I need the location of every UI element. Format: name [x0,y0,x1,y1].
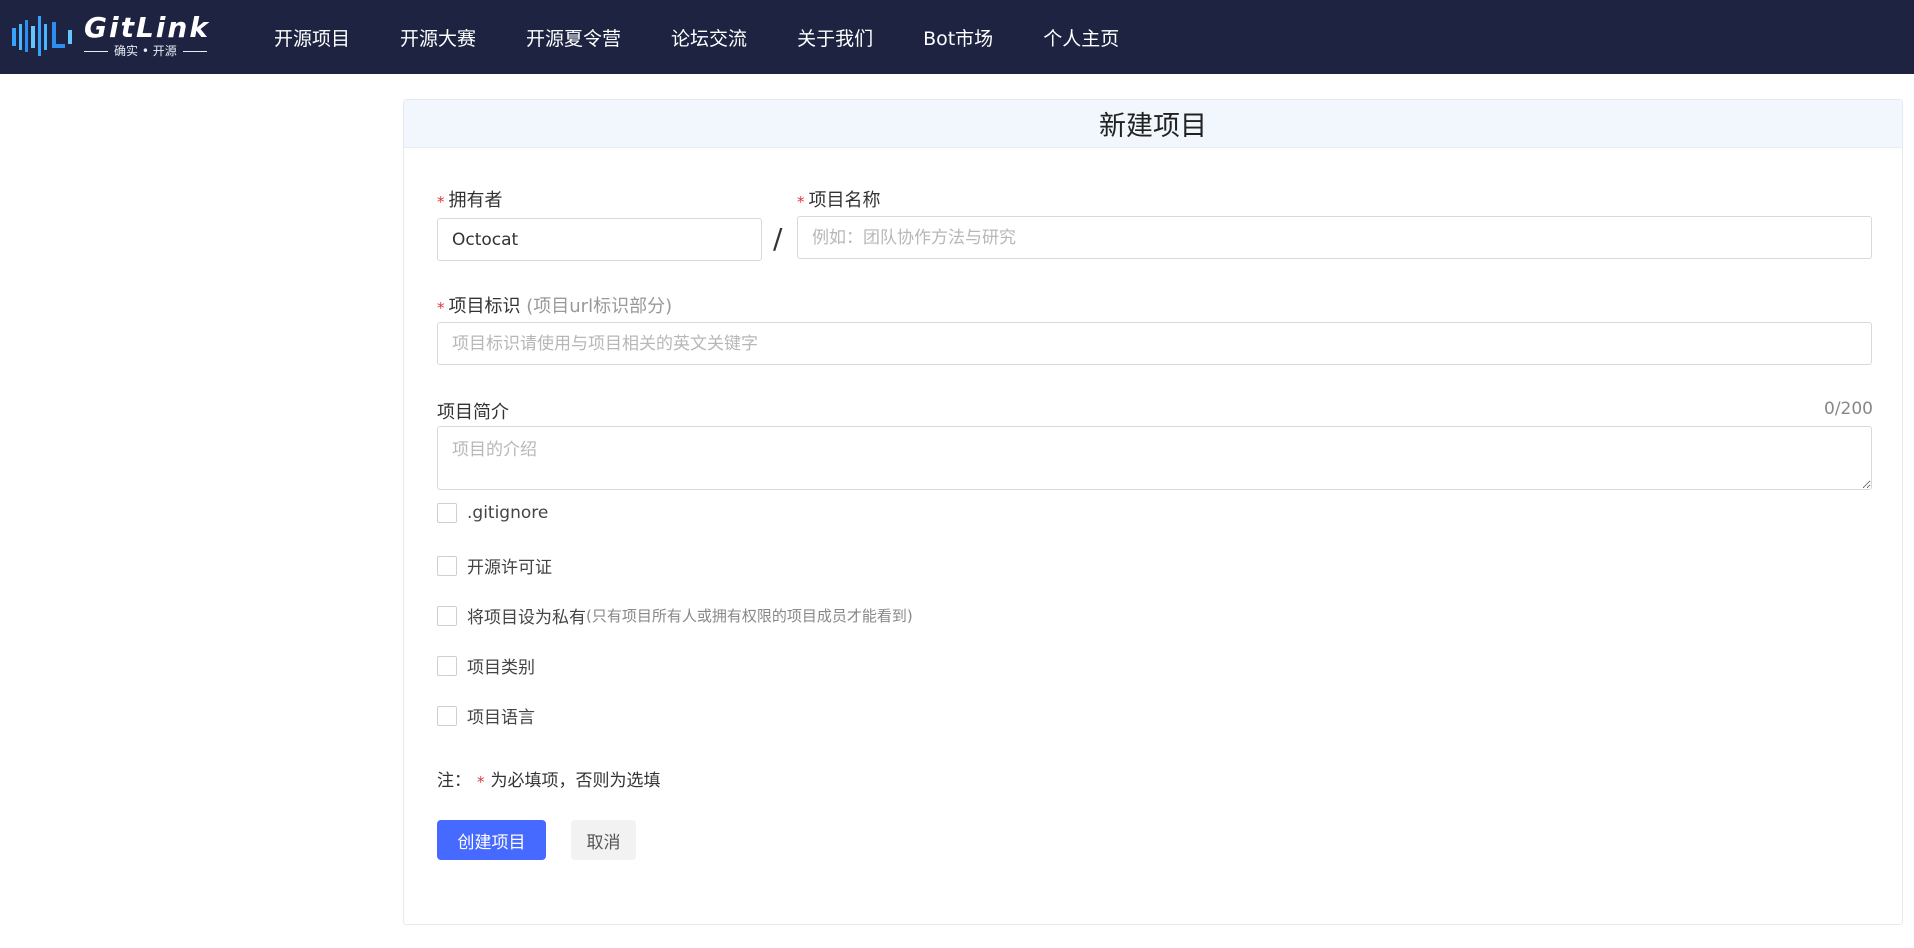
identifier-input[interactable] [437,322,1872,365]
gitignore-checkbox-row[interactable]: .gitignore [437,503,548,523]
main-nav: 开源项目 开源大赛 开源夏令营 论坛交流 关于我们 Bot市场 个人主页 [274,0,1169,74]
gitlink-logo[interactable]: GitLink 确实 • 开源 [10,12,210,60]
nav-competitions[interactable]: 开源大赛 [400,24,476,51]
project-name-label: * 项目名称 [797,190,881,211]
nav-bot-market[interactable]: Bot市场 [923,24,993,51]
cancel-button[interactable]: 取消 [571,820,636,860]
license-checkbox-row[interactable]: 开源许可证 [437,553,552,578]
description-char-counter: 0/200 [1824,399,1873,419]
category-checkbox[interactable] [437,655,457,676]
required-note: 注： * 为必填项，否则为选填 [437,771,661,791]
top-navbar: GitLink 确实 • 开源 开源项目 开源大赛 开源夏令营 论坛交流 关于我… [0,0,1914,74]
gitignore-checkbox[interactable] [437,503,457,523]
create-project-button[interactable]: 创建项目 [437,820,546,860]
license-checkbox[interactable] [437,555,457,576]
language-checkbox[interactable] [437,705,457,726]
logo-subtitle: 确实 • 开源 [114,44,177,58]
nav-open-source-projects[interactable]: 开源项目 [274,24,350,51]
required-mark: * [437,193,445,211]
logo-wordmark: GitLink [84,11,210,44]
owner-name-separator: / [773,222,783,255]
required-mark: * [797,193,805,211]
owner-label: * 拥有者 [437,190,503,211]
private-checkbox[interactable] [437,605,457,626]
language-checkbox-row[interactable]: 项目语言 [437,703,535,728]
nav-summer-camp[interactable]: 开源夏令营 [526,24,621,51]
identifier-label: * 项目标识 (项目url标识部分) [437,296,673,317]
description-textarea[interactable] [437,426,1872,490]
description-label: 项目简介 [437,402,509,423]
project-name-input[interactable] [797,216,1872,259]
page-title: 新建项目 [1099,111,1207,142]
gitlink-logo-icon [12,16,72,56]
required-mark: * [437,299,445,317]
nav-forum[interactable]: 论坛交流 [671,24,747,51]
nav-about-us[interactable]: 关于我们 [797,24,873,51]
private-hint: (只有项目所有人或拥有权限的项目成员才能看到) [586,607,913,625]
required-mark: * [477,773,485,791]
owner-select[interactable] [437,218,762,261]
nav-profile[interactable]: 个人主页 [1043,24,1119,51]
private-checkbox-row[interactable]: 将项目设为私有 (只有项目所有人或拥有权限的项目成员才能看到) [437,603,913,628]
category-checkbox-row[interactable]: 项目类别 [437,653,535,678]
new-project-card: 新建项目 *拥有者 / *项目名称 *项目标识 (项目url标识部分) 项目简介… [403,99,1903,925]
identifier-hint: (项目url标识部分) [526,296,673,317]
card-header: 新建项目 [404,100,1902,148]
